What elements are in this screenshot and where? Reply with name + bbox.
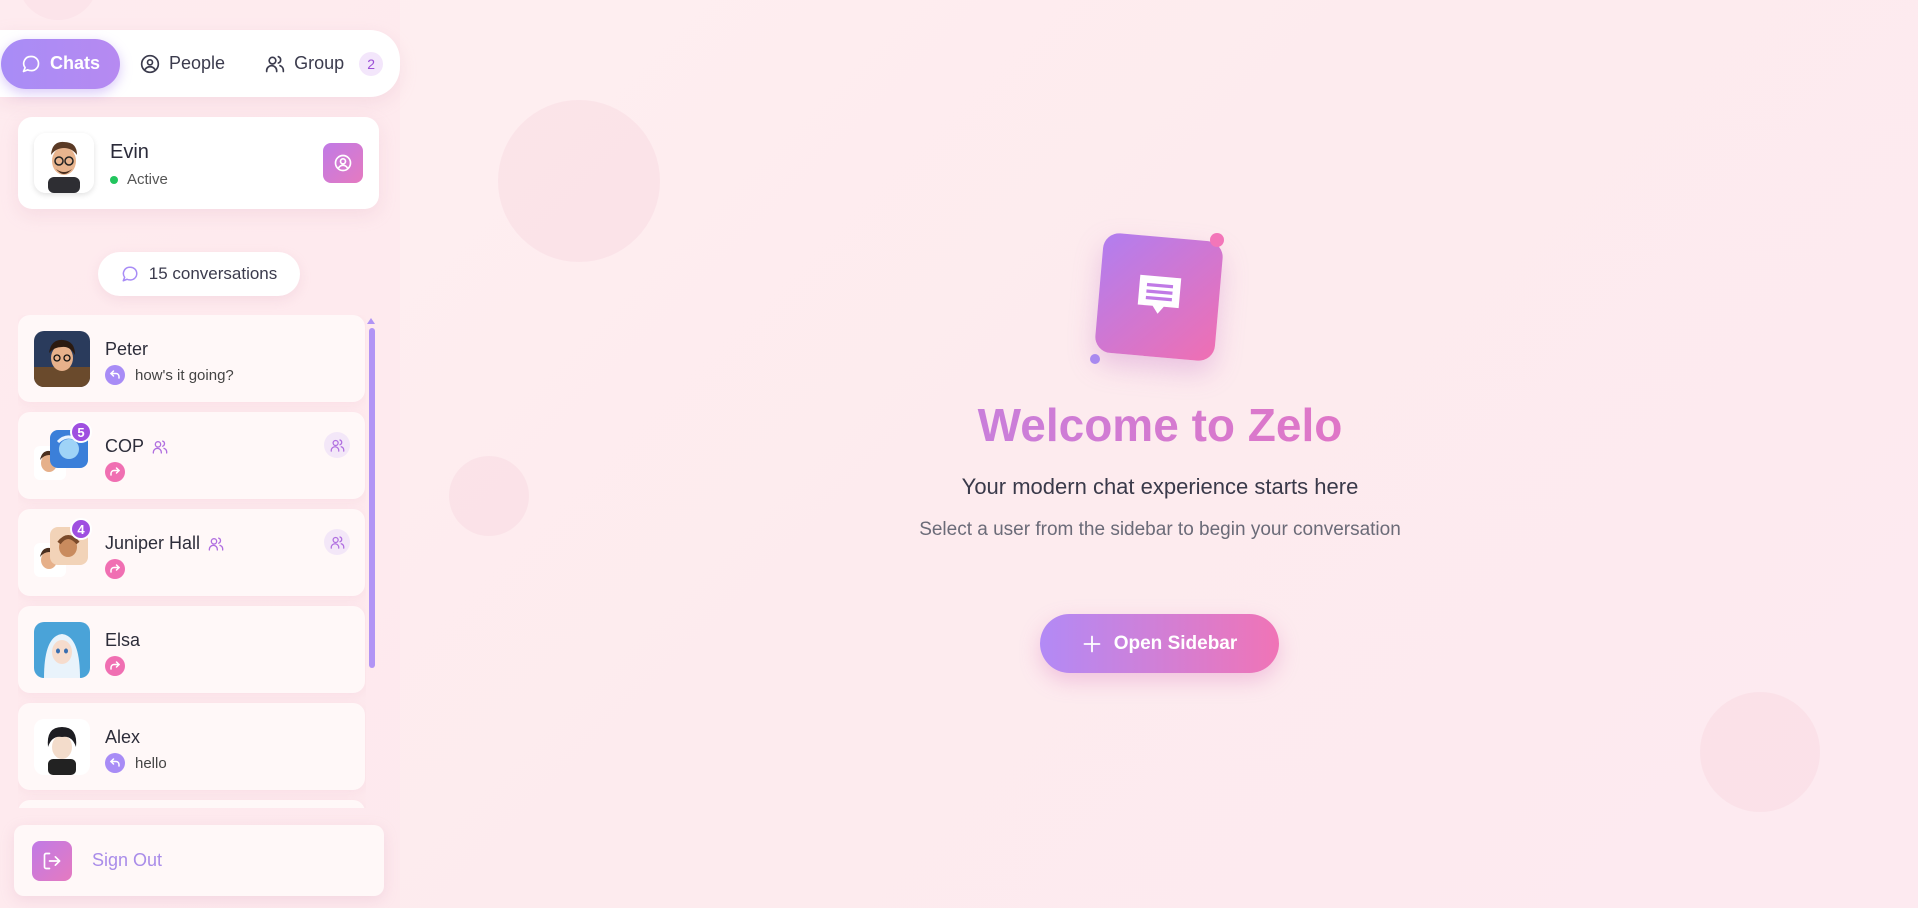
conversation-preview: hello: [105, 753, 167, 773]
conversation-item[interactable]: 5 COP: [18, 412, 365, 499]
avatar: [34, 331, 90, 387]
decorative-dot: [1210, 233, 1224, 247]
background-bubble: [498, 100, 660, 262]
sidebar: Chats People Group 2 Evin Active 15 conv…: [0, 0, 400, 908]
conversation-count: 15 conversations: [98, 252, 300, 296]
tab-label: Group: [294, 53, 345, 73]
conversation-name: COP: [105, 436, 168, 457]
chat-bubble-icon: [22, 55, 40, 72]
group-count-badge: 2: [359, 51, 384, 76]
sign-out-label: Sign Out: [92, 850, 163, 870]
tab-label: Chats: [50, 53, 101, 73]
tab-chats[interactable]: Chats: [1, 38, 121, 89]
conversation-preview: [105, 656, 125, 676]
users-icon: [330, 535, 344, 549]
logout-icon: [32, 840, 72, 881]
user-circle-icon: [334, 154, 352, 172]
tab-label: People: [169, 53, 226, 73]
online-dot-icon: [110, 175, 118, 184]
status-text: Active: [127, 171, 168, 188]
reply-icon: [105, 753, 125, 773]
conversation-item[interactable]: Peter how's it going?: [18, 315, 365, 402]
welcome-hint: Select a user from the sidebar to begin …: [919, 519, 1401, 540]
app-logo: [1090, 230, 1230, 370]
conversation-name: Peter: [105, 339, 148, 360]
group-indicator: [324, 432, 350, 458]
conversation-name: Juniper Hall: [105, 533, 224, 554]
conversation-item[interactable]: Alex hello: [18, 703, 365, 790]
forward-icon: [105, 462, 125, 482]
conversation-preview: how's it going?: [105, 365, 234, 385]
plus-icon: [1083, 635, 1101, 652]
users-icon: [330, 438, 344, 452]
conversation-name-text: Elsa: [105, 630, 141, 650]
conversation-name-text: Alex: [105, 727, 141, 747]
preview-text: how's it going?: [135, 366, 234, 384]
user-status: Active: [110, 171, 168, 188]
avatar: [34, 133, 94, 193]
conversation-preview: [105, 462, 125, 482]
message-icon: [1093, 231, 1225, 363]
conversation-item[interactable]: 4 Juniper Hall: [18, 509, 365, 596]
users-icon: [265, 55, 285, 72]
conversation-item[interactable]: Elsa: [18, 606, 365, 693]
conversation-name: Alex: [105, 727, 140, 748]
background-bubble: [449, 456, 529, 536]
conversation-preview: [105, 559, 125, 579]
background-bubble: [1700, 692, 1820, 812]
user-circle-icon: [140, 54, 160, 73]
chat-bubble-icon: [122, 266, 138, 282]
group-icon: [208, 536, 224, 551]
member-count-badge: 4: [70, 518, 92, 540]
forward-icon: [105, 656, 125, 676]
user-name: Evin: [110, 141, 149, 163]
member-count-badge: 5: [70, 421, 92, 443]
profile-button[interactable]: [323, 143, 363, 183]
group-indicator: [324, 529, 350, 555]
conversation-name-text: Peter: [105, 339, 149, 359]
avatar: [34, 719, 90, 775]
preview-text: hello: [135, 754, 167, 772]
avatar: [34, 622, 90, 678]
welcome-title: Welcome to Zelo: [700, 398, 1620, 452]
open-sidebar-button[interactable]: Open Sidebar: [1040, 614, 1279, 673]
reply-icon: [105, 365, 125, 385]
forward-icon: [105, 559, 125, 579]
sign-out-button[interactable]: Sign Out: [14, 825, 384, 896]
scrollbar-thumb[interactable]: [369, 328, 375, 668]
conversation-name-text: COP: [105, 436, 145, 456]
decorative-dot: [1090, 354, 1100, 364]
conversation-name-text: Juniper Hall: [105, 533, 201, 553]
conversation-count-label: 15 conversations: [148, 264, 278, 283]
scroll-up-arrow-icon[interactable]: [367, 318, 375, 324]
welcome-subtitle: Your modern chat experience starts here: [961, 474, 1359, 499]
tab-people[interactable]: People: [120, 39, 245, 89]
open-sidebar-label: Open Sidebar: [1113, 632, 1238, 654]
tab-bar: Chats People Group 2: [0, 30, 400, 97]
conversation-name: Elsa: [105, 630, 140, 651]
current-user-card: Evin Active: [18, 117, 379, 209]
conversation-item[interactable]: [18, 800, 365, 808]
conversation-list[interactable]: Peter how's it going? 5 COP 4 Juniper Ha…: [18, 315, 366, 808]
tab-group[interactable]: Group 2: [245, 39, 403, 89]
group-icon: [152, 439, 168, 454]
